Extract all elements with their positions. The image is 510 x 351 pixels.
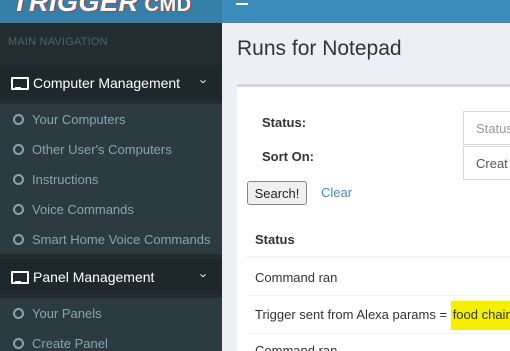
desktop-icon — [11, 77, 29, 90]
circle-icon — [13, 173, 24, 185]
chevron-down-icon: › — [196, 79, 212, 84]
desktop-icon — [11, 271, 29, 284]
circle-icon — [13, 203, 24, 215]
header-divider — [247, 256, 510, 258]
clear-link[interactable]: Clear — [321, 185, 352, 200]
row-divider — [247, 295, 510, 296]
sidebar-item-create-panel[interactable]: Create Panel — [0, 328, 222, 351]
table-row: Command ran — [255, 270, 338, 285]
circle-icon — [13, 113, 24, 125]
status-label: Status: — [262, 115, 307, 130]
menu-toggle-icon[interactable] — [236, 3, 248, 5]
chevron-down-icon: › — [196, 273, 212, 278]
table-row: Command ran — [255, 343, 338, 351]
main-navigation-header: MAIN NAVIGATION — [8, 36, 108, 48]
sort-select[interactable]: Creat — [463, 146, 510, 180]
circle-icon — [13, 307, 24, 319]
panel-management-menu[interactable]: Panel Management › — [0, 259, 222, 294]
column-header-status: Status — [255, 232, 295, 247]
menu-label: Computer Management — [33, 74, 181, 91]
logo: TRIGGER CMD — [12, 0, 192, 17]
sidebar: TRIGGER CMD MAIN NAVIGATION Computer Mana… — [0, 0, 222, 351]
sidebar-item-other-users-computers[interactable]: Other User's Computers — [0, 134, 222, 164]
circle-icon — [13, 143, 24, 155]
row-divider — [247, 333, 510, 334]
sidebar-item-instructions[interactable]: Instructions — [0, 164, 222, 194]
sidebar-item-your-computers[interactable]: Your Computers — [0, 104, 222, 134]
sort-on-label: Sort On: — [262, 149, 314, 164]
sidebar-item-smart-home-voice-commands[interactable]: Smart Home Voice Commands — [0, 224, 222, 254]
sidebar-item-your-panels[interactable]: Your Panels — [0, 298, 222, 328]
menu-label: Panel Management — [33, 268, 155, 285]
page-title: Runs for Notepad — [237, 37, 402, 60]
computer-management-menu[interactable]: Computer Management › — [0, 65, 222, 100]
table-row: Trigger sent from Alexa params = food ch… — [255, 301, 510, 330]
logo-bar[interactable]: TRIGGER CMD — [0, 0, 222, 23]
highlighted-param: food chain — [450, 301, 510, 330]
top-navbar — [222, 0, 510, 23]
search-button[interactable]: Search! — [247, 181, 307, 205]
status-input[interactable]: Status — [463, 111, 510, 145]
circle-icon — [13, 233, 24, 245]
circle-icon — [13, 337, 24, 349]
sidebar-item-voice-commands[interactable]: Voice Commands — [0, 194, 222, 224]
